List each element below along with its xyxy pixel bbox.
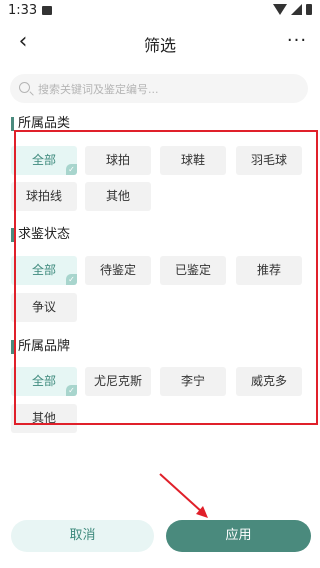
- annotation-arrow: [159, 473, 208, 518]
- apply-button[interactable]: 应用: [166, 520, 311, 552]
- cancel-button[interactable]: 取消: [11, 520, 154, 552]
